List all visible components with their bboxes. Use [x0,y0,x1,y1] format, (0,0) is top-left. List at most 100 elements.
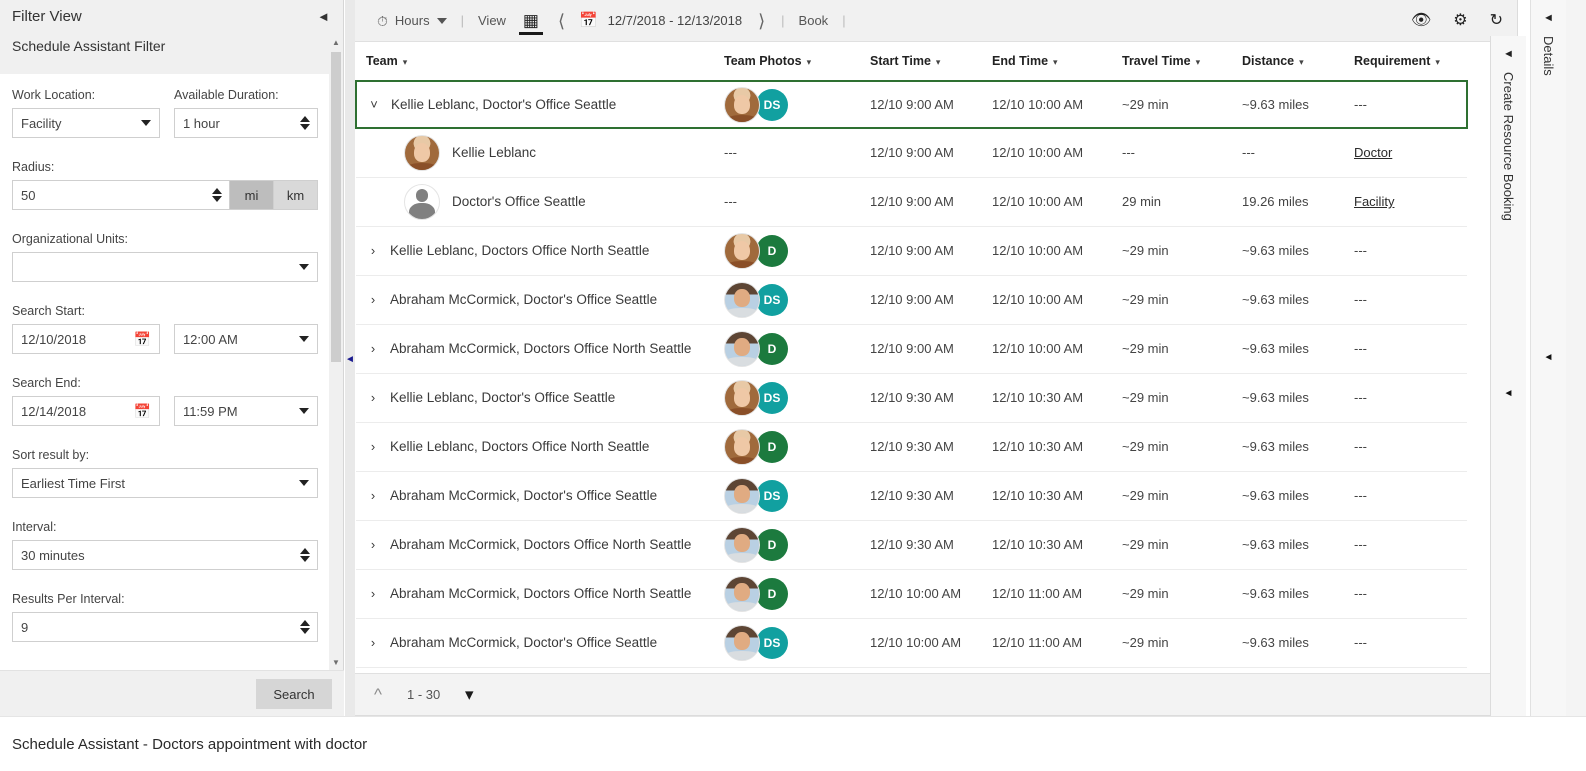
cell-distance: ~9.63 miles [1242,324,1354,374]
cell-team: › Abraham McCormick, Doctors Office North… [356,569,724,619]
results-per-interval-stepper[interactable]: 9 [12,612,318,642]
cell-distance: ~9.63 miles [1242,520,1354,570]
rail-collapse-grip-icon[interactable]: ◄ [1544,352,1554,363]
team-name-label: Abraham McCormick, Doctor's Office Seatt… [390,635,658,650]
date-picker-button[interactable]: 📅 [575,0,602,42]
work-location-select[interactable]: Facility [12,108,160,138]
toolbar-separator: | [842,13,846,28]
search-end-time-select[interactable]: 11:59 PM [173,396,318,426]
chevron-down-icon [436,17,447,24]
previous-period-button[interactable]: ⟨ [548,12,575,30]
scroll-up-icon[interactable]: ▲ [329,36,343,50]
table-row[interactable]: › Abraham McCormick, Doctor's Office Seat… [356,618,1467,668]
stepper-arrows-icon[interactable] [300,620,310,634]
requirement-link[interactable]: Facility [1354,194,1394,209]
search-start-time-select[interactable]: 12:00 AM [173,324,318,354]
table-row[interactable]: › Kellie Leblanc, Doctors Office North Se… [356,422,1467,472]
filter-panel-scrollbar[interactable]: ▲ ▼ [329,36,343,670]
table-row-child[interactable]: Kellie Leblanc --- 12/10 9:00 AM 12/10 10:0… [356,128,1467,178]
details-rail[interactable]: ◄ Details ◄ [1530,0,1566,716]
rail-collapse-grip-icon[interactable]: ◄ [1504,388,1514,399]
table-row[interactable]: › Abraham McCormick, Doctor's Office Seat… [356,275,1467,325]
refresh-icon[interactable]: ↻ [1490,13,1503,29]
view-label-item: View [470,0,514,42]
requirement-link[interactable]: Doctor [1354,145,1392,160]
table-row[interactable]: › Abraham McCormick, Doctors Office North… [356,569,1467,619]
radius-unit-km-button[interactable]: km [274,180,318,210]
chevron-right-icon[interactable]: › [366,292,380,307]
scroll-down-icon[interactable]: ▼ [329,656,343,670]
chevron-right-icon[interactable]: › [366,439,380,454]
search-start-date-input[interactable]: 12/10/2018 📅 [12,324,160,354]
team-name-label: Abraham McCormick, Doctor's Office Seatt… [390,292,658,307]
gear-icon[interactable]: ⚙ [1453,13,1467,29]
available-duration-stepper[interactable]: 1 hour [173,108,318,138]
work-location-value: Facility [21,115,62,131]
eye-icon[interactable]: 👁 [1411,13,1431,29]
sort-result-group: Sort result by: Earliest Time First [12,448,318,498]
table-row[interactable]: › Kellie Leblanc, Doctor's Office Seattle… [356,373,1467,423]
chevron-right-icon[interactable]: › [366,390,380,405]
splitter-collapse-icon[interactable]: ◄ [345,352,355,366]
filter-panel-header: Filter View ◄ [0,0,343,34]
chevron-down-icon[interactable]: ˅ [367,97,381,112]
filter-form: Work Location: Facility Available Durati… [0,74,330,670]
column-header-start-time[interactable]: Start Time ▾ [870,42,992,82]
next-period-button[interactable]: ⟩ [748,12,775,30]
cell-end-time: 12/10 10:00 AM [992,226,1122,276]
chevron-right-icon[interactable]: › [366,341,380,356]
search-end-date-input[interactable]: 12/14/2018 📅 [12,396,160,426]
table-row-child[interactable]: Doctor's Office Seattle --- 12/10 9:00 AM 1… [356,177,1467,227]
calendar-icon[interactable]: 📅 [134,404,151,418]
chevron-right-icon[interactable]: › [366,243,380,258]
interval-stepper[interactable]: 30 minutes [12,540,318,570]
table-row[interactable]: › Abraham McCormick, Doctors Office North… [356,324,1467,374]
page-range-label: 1 - 30 [407,687,441,702]
column-header-end-time[interactable]: End Time ▾ [992,42,1122,82]
column-header-requirement[interactable]: Requirement ▾ [1354,42,1467,82]
table-row[interactable]: › Kellie Leblanc, Doctors Office North Se… [356,226,1467,276]
table-row[interactable]: ˅ Kellie Leblanc, Doctor's Office Seattle… [355,80,1468,129]
column-header-team-photos[interactable]: Team Photos ▾ [724,42,870,82]
chevron-right-icon[interactable]: › [366,635,380,650]
organizational-units-select[interactable] [12,252,318,282]
filter-panel: Filter View ◄ Schedule Assistant Filter … [0,0,344,716]
collapse-left-icon[interactable]: ◄ [317,10,331,24]
search-button[interactable]: Search [256,679,332,709]
cell-team-photos: DS [724,373,870,423]
expand-left-icon[interactable]: ◄ [1543,12,1554,24]
table-row[interactable]: › Abraham McCormick, Doctor's Office Seat… [356,471,1467,521]
stepper-arrows-icon[interactable] [212,188,222,202]
chevron-right-icon[interactable]: › [366,586,380,601]
column-header-travel-time[interactable]: Travel Time ▾ [1122,42,1242,82]
hours-label: Hours [394,13,430,28]
panel-splitter[interactable]: ◄ [345,0,355,716]
create-resource-booking-rail[interactable]: ◄ Create Resource Booking ◄ [1490,36,1526,716]
grid-view-button[interactable]: ▦ [514,0,548,42]
team-name-label: Kellie Leblanc, Doctors Office North Sea… [390,243,650,258]
avatar [724,281,760,318]
column-header-distance[interactable]: Distance ▾ [1242,42,1354,82]
stepper-arrows-icon[interactable] [300,116,310,130]
page-down-icon[interactable]: ▾ [458,686,480,703]
column-header-team[interactable]: Team ▾ [356,42,724,82]
scrollbar-thumb[interactable] [331,52,341,362]
stepper-arrows-icon[interactable] [300,548,310,562]
chevron-right-icon[interactable]: › [366,488,380,503]
sort-result-select[interactable]: Earliest Time First [12,468,318,498]
team-badge: DS [756,283,788,316]
hours-dropdown[interactable]: ⏱ Hours [369,0,455,42]
expand-left-icon[interactable]: ◄ [1503,48,1514,60]
radius-unit-mi-button[interactable]: mi [230,180,274,210]
chevron-right-icon[interactable]: › [366,537,380,552]
table-row[interactable]: › Abraham McCormick, Doctors Office North… [356,520,1467,570]
cell-start-time: 12/10 9:00 AM [870,324,992,374]
results-grid-header: Team ▾ Team Photos ▾ Start Time ▾ End Time ▾… [356,42,1467,82]
avatar [724,379,760,416]
cell-team-photos: D [724,324,870,374]
cell-distance: ~9.63 miles [1242,226,1354,276]
book-button[interactable]: Book [791,0,837,42]
radius-stepper[interactable]: 50 [12,180,230,210]
calendar-icon[interactable]: 📅 [134,332,151,346]
page-up-icon[interactable]: ^ [367,686,389,703]
